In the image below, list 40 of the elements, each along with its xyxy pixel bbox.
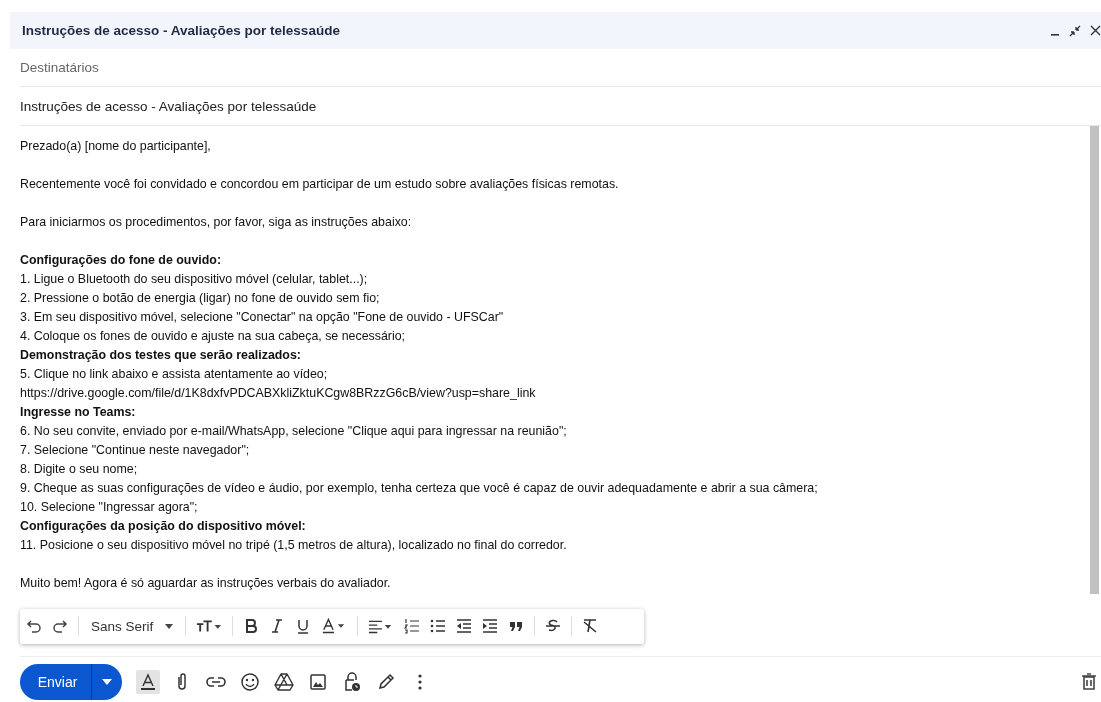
indent-more-icon[interactable] xyxy=(482,618,499,635)
scrollbar[interactable] xyxy=(1090,125,1099,594)
body-text: 7. Selecione "Continue neste navegador"; xyxy=(20,441,250,459)
close-icon[interactable] xyxy=(1090,25,1101,37)
indent-less-icon[interactable] xyxy=(456,618,473,635)
body-text: 3. Em seu dispositivo móvel, selecione "Conectar" na opção "Fone de ouvido - UFSCar" xyxy=(20,308,504,326)
body-text: 8. Digite o seu nome; xyxy=(20,460,138,478)
text-size-icon[interactable] xyxy=(196,618,223,635)
clear-formatting-icon[interactable] xyxy=(582,618,599,635)
body-text: 5. Clique no link abaixo e assista atentamente ao vídeo; xyxy=(20,365,328,383)
exit-fullscreen-icon[interactable] xyxy=(1069,24,1081,37)
section-heading: Ingresse no Teams: xyxy=(20,403,136,421)
body-text: Recentemente você foi convidado e concordou em participar de um estudo sobre avaliações físicas remotas. xyxy=(20,175,619,193)
body-text: 2. Pressione o botão de energia (ligar) no fone de ouvido sem fio; xyxy=(20,289,380,307)
section-heading: Demonstração dos testes que serão realizados: xyxy=(20,346,301,364)
recipients-field[interactable]: Destinatários xyxy=(20,60,920,76)
numbered-list-icon[interactable] xyxy=(404,618,421,635)
video-link[interactable]: https://drive.google.com/file/d/1K8dxfvPDCABXkliZktuKCgw8BRzzG6cB/view?usp=share_link xyxy=(20,385,536,400)
body-text: 10. Selecione "Ingressar agora"; xyxy=(20,498,198,516)
send-button[interactable]: Enviar xyxy=(20,664,92,701)
subject-field[interactable]: Instruções de acesso - Avaliações por telessaúde xyxy=(20,98,920,114)
bold-icon[interactable] xyxy=(243,618,260,635)
body-text: 1. Ligue o Bluetooth do seu dispositivo móvel (celular, tablet...); xyxy=(20,270,368,288)
undo-icon[interactable] xyxy=(26,618,42,635)
body-text: Muito bem! Agora é só aguardar as instruções verbais do avaliador. xyxy=(20,574,391,592)
window-title: Instruções de acesso - Avaliações por telessaúde xyxy=(22,23,341,39)
section-heading: Configurações da posição do dispositivo móvel: xyxy=(20,517,306,535)
body-text: 6. No seu convite, enviado por e-mail/WhatsApp, selecione "Clique aqui para ingressar na reunião"; xyxy=(20,422,567,440)
formatting-options-icon[interactable] xyxy=(136,670,160,695)
send-options-icon[interactable] xyxy=(92,664,122,701)
body-text: Prezado(a) [nome do participante], xyxy=(20,137,211,155)
caret-icon xyxy=(165,623,174,629)
body-text: Para iniciarmos os procedimentos, por favor, siga as instruções abaixo: xyxy=(20,213,412,231)
body-text: 11. Posicione o seu dispositivo móvel no tripé (1,5 metros de altura), localizado no final do corredor. xyxy=(20,536,567,554)
redo-icon[interactable] xyxy=(52,618,68,635)
body-text: 9. Cheque as suas configurações de vídeo e áudio, por exemplo, tenha certeza que você é capaz de ouvir adequadamente e abrir a sua câmera; xyxy=(20,479,818,497)
bulleted-list-icon[interactable] xyxy=(430,618,447,635)
body-text: 4. Coloque os fones de ouvido e ajuste na sua cabeça, se necessário; xyxy=(20,327,406,345)
section-heading: Configurações do fone de ouvido: xyxy=(20,251,221,269)
font-dropdown[interactable]: Sans Serif xyxy=(89,618,176,634)
